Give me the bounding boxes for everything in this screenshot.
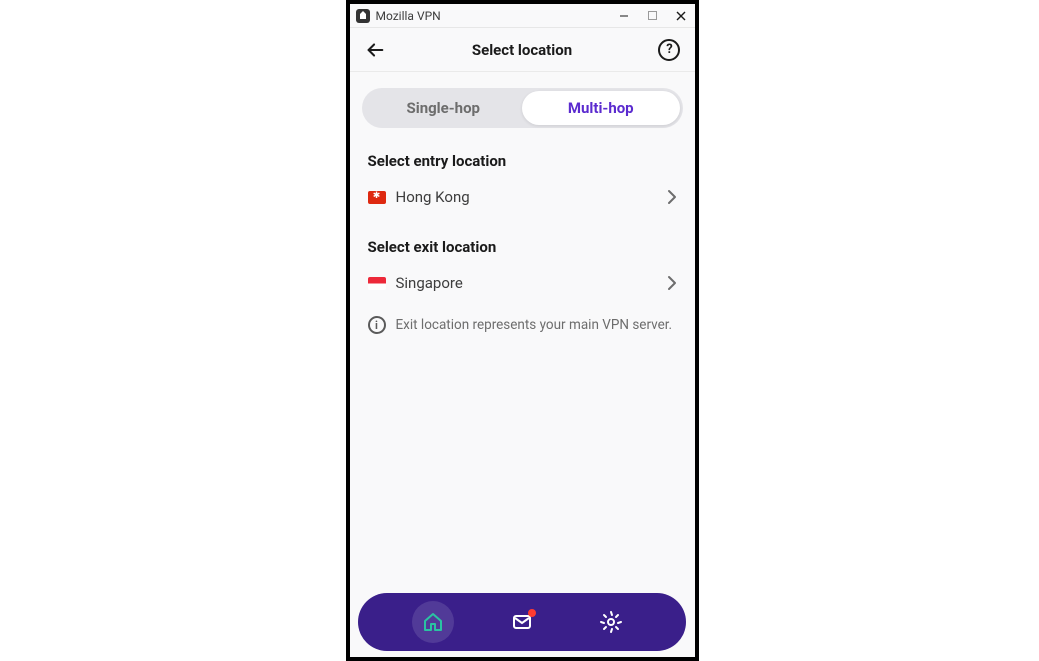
page-title: Select location	[472, 41, 572, 59]
singapore-flag-icon	[368, 277, 386, 290]
gear-icon	[599, 610, 623, 634]
info-row: i Exit location represents your main VPN…	[362, 316, 683, 334]
bottom-nav	[358, 593, 686, 651]
maximize-button[interactable]	[648, 11, 657, 20]
content-area: Single-hop Multi-hop Select entry locati…	[350, 72, 695, 657]
entry-location-left: Hong Kong	[368, 188, 470, 206]
nav-mail-button[interactable]	[501, 601, 543, 643]
entry-location-name: Hong Kong	[396, 188, 470, 206]
minimize-button[interactable]	[618, 10, 630, 22]
app-window: Mozilla VPN Select location ? Single-hop…	[346, 0, 699, 661]
hop-mode-tabs: Single-hop Multi-hop	[362, 88, 683, 128]
back-button[interactable]	[364, 39, 386, 61]
tab-single-hop-label: Single-hop	[407, 99, 480, 117]
home-icon	[421, 610, 445, 634]
exit-location-left: Singapore	[368, 274, 463, 292]
exit-location-row[interactable]: Singapore	[362, 266, 683, 300]
page-header: Select location ?	[350, 28, 695, 72]
titlebar-left: Mozilla VPN	[356, 9, 441, 23]
titlebar: Mozilla VPN	[350, 4, 695, 28]
app-name: Mozilla VPN	[376, 9, 441, 23]
entry-section-label: Select entry location	[368, 152, 677, 170]
hong-kong-flag-icon	[368, 191, 386, 204]
chevron-right-icon	[667, 189, 677, 205]
nav-settings-button[interactable]	[590, 601, 632, 643]
close-button[interactable]	[675, 10, 687, 22]
tab-multi-hop-label: Multi-hop	[568, 99, 634, 117]
tab-single-hop[interactable]: Single-hop	[365, 91, 523, 125]
help-icon[interactable]: ?	[658, 39, 680, 61]
exit-section-label: Select exit location	[368, 238, 677, 256]
app-icon	[356, 9, 370, 23]
notification-badge	[528, 609, 536, 617]
info-icon: i	[368, 316, 386, 334]
window-controls	[618, 10, 687, 22]
exit-location-name: Singapore	[396, 274, 463, 292]
info-text: Exit location represents your main VPN s…	[396, 317, 673, 333]
entry-location-row[interactable]: Hong Kong	[362, 180, 683, 214]
nav-home-button[interactable]	[412, 601, 454, 643]
tab-multi-hop[interactable]: Multi-hop	[522, 91, 680, 125]
chevron-right-icon	[667, 275, 677, 291]
